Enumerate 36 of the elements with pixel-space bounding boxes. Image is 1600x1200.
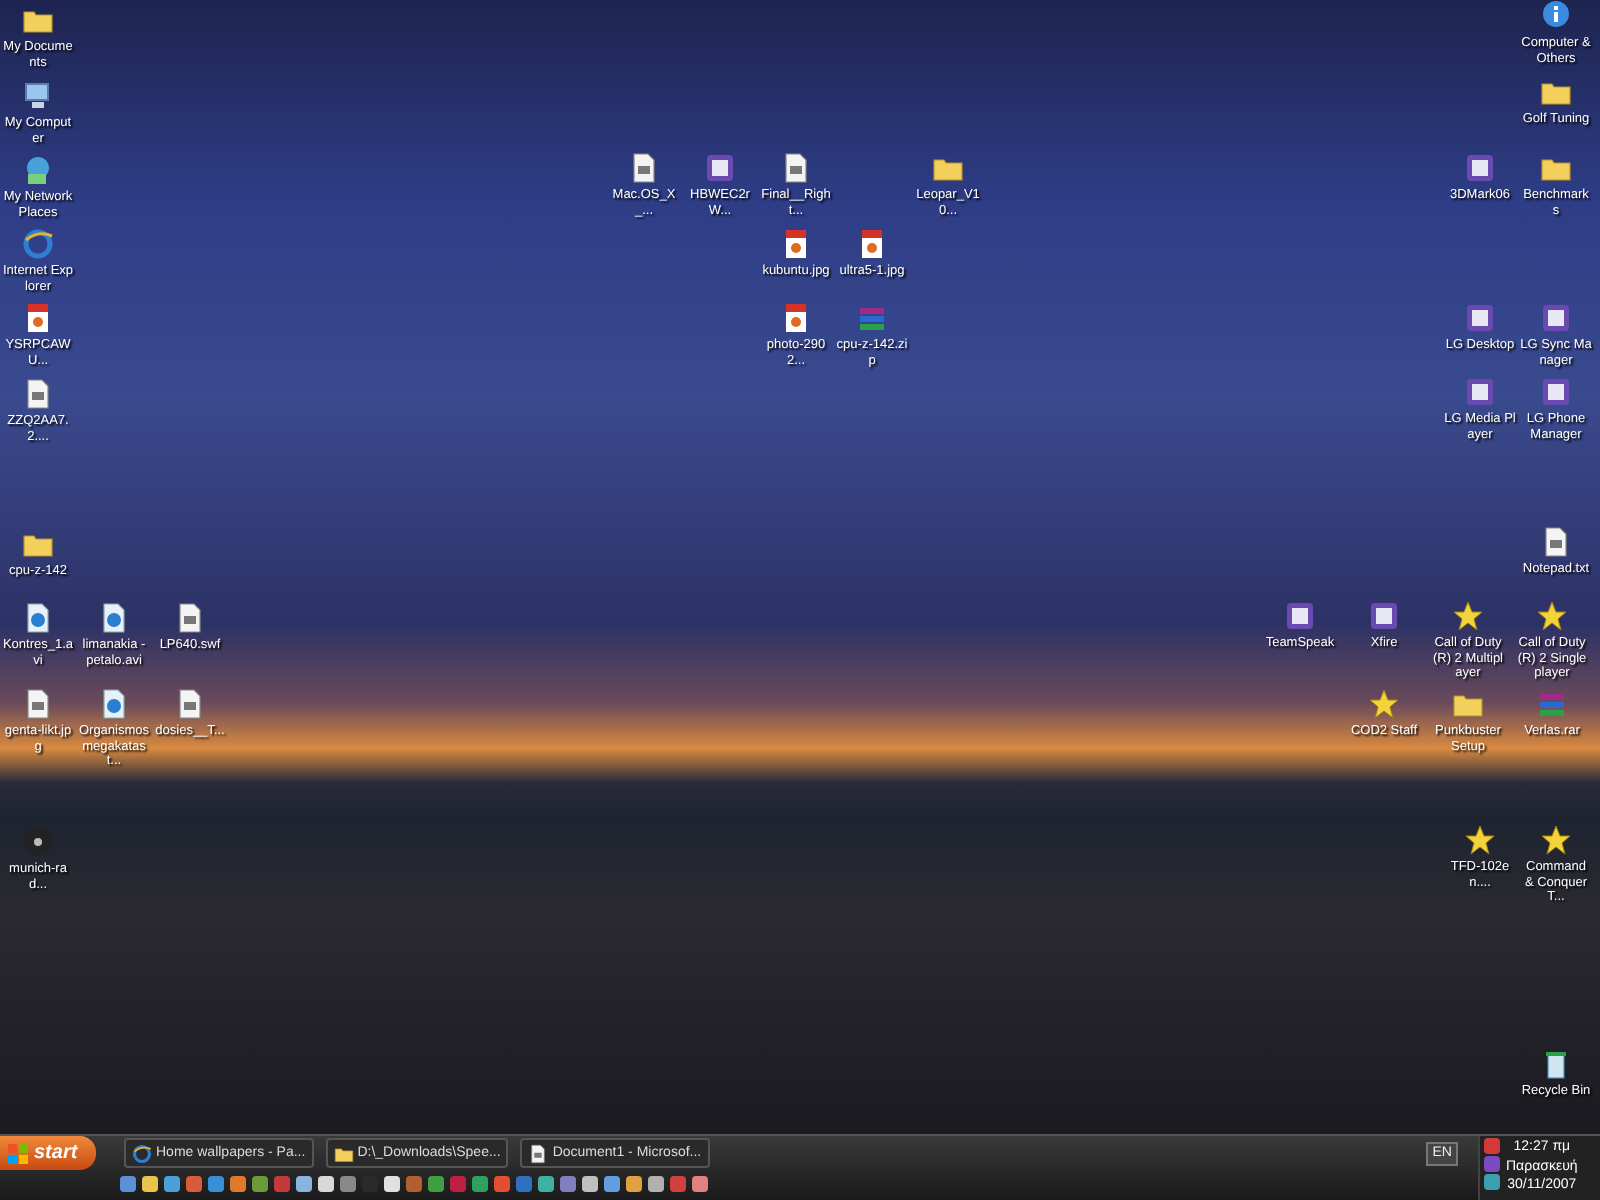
- document-icon[interactable]: [174, 688, 206, 720]
- image-file-icon[interactable]: [780, 302, 812, 334]
- app-icon[interactable]: [1540, 376, 1572, 408]
- app-icon[interactable]: [1368, 600, 1400, 632]
- star-icon[interactable]: [1540, 824, 1572, 856]
- video-file-icon[interactable]: [22, 602, 54, 634]
- document-icon[interactable]: [628, 152, 660, 184]
- document-icon[interactable]: [174, 602, 206, 634]
- document-icon[interactable]: [780, 152, 812, 184]
- info-icon[interactable]: [1540, 0, 1572, 32]
- star-icon[interactable]: [1368, 688, 1400, 720]
- document-icon[interactable]: [528, 1143, 549, 1164]
- star-icon[interactable]: [1452, 600, 1484, 632]
- app-icon[interactable]: [1540, 302, 1572, 334]
- archive-icon[interactable]: [856, 302, 888, 334]
- video-file-icon[interactable]: [98, 688, 130, 720]
- star-icon[interactable]: [1464, 824, 1496, 856]
- app-icon[interactable]: [1464, 302, 1496, 334]
- windows-logo-icon: [8, 1143, 28, 1164]
- star-icon[interactable]: [1536, 600, 1568, 632]
- image-file-icon[interactable]: [780, 228, 812, 260]
- document-icon[interactable]: [22, 378, 54, 410]
- archive-icon[interactable]: [1536, 688, 1568, 720]
- app-icon[interactable]: [704, 152, 736, 184]
- image-file-icon[interactable]: [22, 302, 54, 334]
- disc-icon[interactable]: [22, 826, 54, 858]
- computer-icon[interactable]: [22, 80, 54, 112]
- document-icon[interactable]: [22, 688, 54, 720]
- app-icon[interactable]: [1284, 600, 1316, 632]
- video-file-icon[interactable]: [98, 602, 130, 634]
- app-icon[interactable]: [1464, 152, 1496, 184]
- app-icon[interactable]: [1464, 376, 1496, 408]
- folder-icon[interactable]: [333, 1143, 354, 1164]
- recycle-bin-icon[interactable]: [1540, 1048, 1572, 1080]
- document-icon[interactable]: [1540, 526, 1572, 558]
- image-file-icon[interactable]: [856, 228, 888, 260]
